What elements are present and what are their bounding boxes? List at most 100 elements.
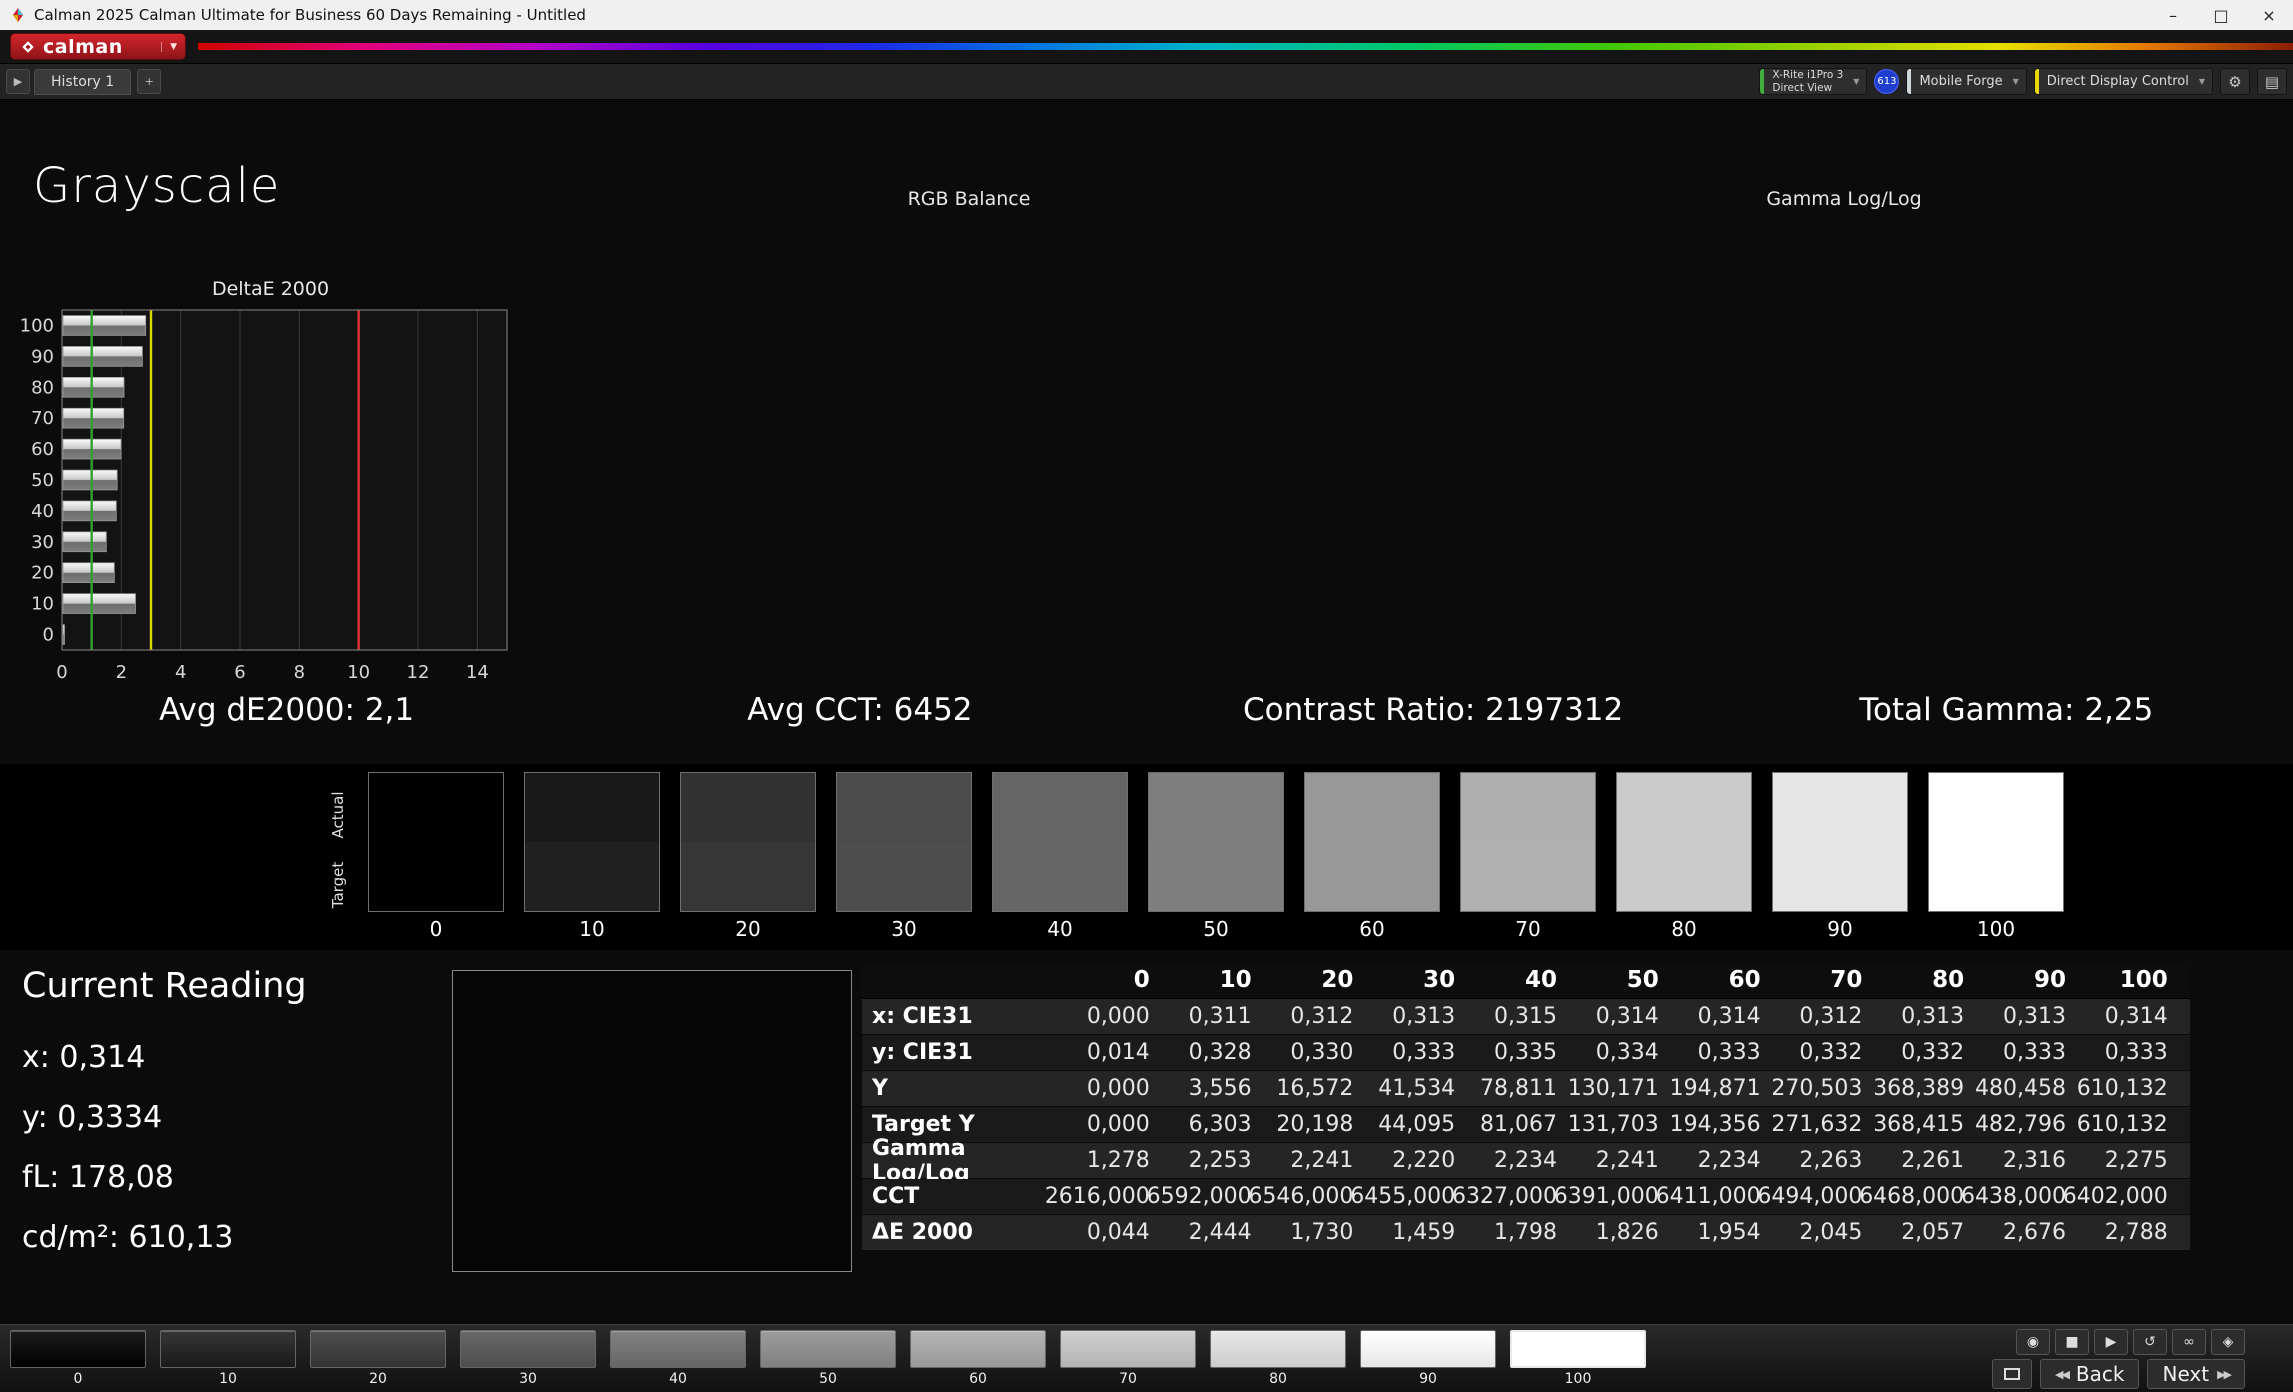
level-button-20[interactable] bbox=[310, 1330, 446, 1368]
table-row-label: y: CIE31 bbox=[862, 1035, 1070, 1071]
grayscale-patch: 60 bbox=[1304, 772, 1440, 941]
table-cell: 0,333 bbox=[1375, 1035, 1478, 1071]
meter-mode: Direct View bbox=[1772, 81, 1833, 94]
patch-square bbox=[1616, 772, 1752, 912]
table-cell: 0,311 bbox=[1171, 999, 1274, 1035]
pattern-icon[interactable]: ◈ bbox=[2211, 1329, 2245, 1355]
grayscale-patch: 10 bbox=[524, 772, 660, 941]
rgb-balance-chart-panel: RGB Balance bbox=[545, 188, 1393, 690]
table-cell: 270,503 bbox=[1771, 1071, 1885, 1107]
table-header-cell: 20 bbox=[1273, 962, 1376, 999]
chevron-down-icon: ▼ bbox=[1853, 77, 1860, 86]
logo-bar: calman ▼ bbox=[0, 30, 2293, 63]
table-cell: 480,458 bbox=[1975, 1071, 2088, 1107]
table-cell: 0,333 bbox=[2087, 1035, 2190, 1071]
actual-patch bbox=[1305, 773, 1439, 842]
level-button-80[interactable] bbox=[1210, 1330, 1346, 1368]
patch-square bbox=[524, 772, 660, 912]
table-cell: 610,132 bbox=[2077, 1071, 2190, 1107]
level-button-label: 100 bbox=[1564, 1371, 1592, 1387]
reading-value: cd/m²: 610,13 bbox=[22, 1220, 234, 1255]
chevron-down-icon: ▼ bbox=[2012, 77, 2019, 86]
svg-text:2: 2 bbox=[116, 662, 127, 683]
table-cell: 6402,000 bbox=[2063, 1179, 2190, 1215]
level-button-50[interactable] bbox=[760, 1330, 896, 1368]
cie-chromaticity-chart bbox=[453, 971, 851, 1271]
summary-stat: Total Gamma: 2,25 bbox=[1859, 692, 2154, 728]
table-cell: 0,044 bbox=[1070, 1215, 1172, 1251]
meter-status-edge bbox=[1760, 69, 1765, 94]
play-icon[interactable]: ▶ bbox=[2094, 1329, 2128, 1355]
level-button-label: 10 bbox=[219, 1371, 237, 1387]
table-cell: 0,312 bbox=[1273, 999, 1376, 1035]
level-button-60[interactable] bbox=[910, 1330, 1046, 1368]
svg-text:60: 60 bbox=[31, 439, 54, 460]
probe-icon[interactable]: ◉ bbox=[2016, 1329, 2050, 1355]
panel-toggle-button[interactable]: ▤ bbox=[2257, 68, 2287, 95]
pattern-level-buttons: 0 10 20 30 40 50 60 70 80 90 100 bbox=[10, 1330, 1646, 1387]
table-cell: 482,796 bbox=[1975, 1107, 2088, 1143]
current-reading-title: Current Reading bbox=[22, 966, 307, 1006]
level-button-70[interactable] bbox=[1060, 1330, 1196, 1368]
grayscale-patch-strip: Actual Target 0 10 20 30 40 50 60 70 80 90 100 bbox=[0, 764, 2293, 950]
patch-level-label: 40 bbox=[1047, 917, 1073, 941]
svg-text:8: 8 bbox=[294, 662, 305, 683]
table-header-cell bbox=[862, 962, 1070, 999]
table-cell: 2,263 bbox=[1782, 1143, 1885, 1179]
continuous-icon[interactable]: ∞ bbox=[2172, 1329, 2206, 1355]
level-button-cell: 80 bbox=[1210, 1330, 1346, 1387]
pattern-window-button[interactable] bbox=[1992, 1359, 2032, 1389]
target-patch bbox=[369, 842, 503, 911]
swatch-row: 0 10 20 30 40 50 60 70 80 90 100 bbox=[368, 772, 2064, 941]
table-cell: 1,278 bbox=[1070, 1143, 1172, 1179]
rotate-icon[interactable]: ↺ bbox=[2133, 1329, 2167, 1355]
next-button[interactable]: Next ▶▶ bbox=[2147, 1359, 2245, 1389]
tab-history-1[interactable]: History 1 bbox=[34, 68, 132, 95]
target-patch bbox=[1461, 842, 1595, 911]
table-cell: 368,415 bbox=[1873, 1107, 1987, 1143]
bottom-toolbar: 0 10 20 30 40 50 60 70 80 90 100 ◉ ■ ▶ ↺ ∞ ◈ ◀◀ Back Ne… bbox=[0, 1324, 2293, 1392]
table-header-cell: 10 bbox=[1171, 962, 1274, 999]
history-nav-button[interactable]: ▶ bbox=[6, 69, 30, 94]
level-button-0[interactable] bbox=[10, 1330, 146, 1368]
level-button-90[interactable] bbox=[1360, 1330, 1496, 1368]
patch-level-label: 100 bbox=[1976, 917, 2016, 941]
level-button-100[interactable] bbox=[1510, 1330, 1646, 1368]
add-tab-button[interactable]: + bbox=[137, 69, 162, 94]
back-button[interactable]: ◀◀ Back bbox=[2040, 1359, 2140, 1389]
actual-axis-label: Actual bbox=[329, 791, 347, 839]
close-button[interactable]: × bbox=[2245, 0, 2293, 30]
level-button-40[interactable] bbox=[610, 1330, 746, 1368]
display-control-dropdown[interactable]: Direct Display Control ▼ bbox=[2033, 68, 2213, 95]
actual-patch bbox=[1461, 773, 1595, 842]
table-header-cell: 80 bbox=[1884, 962, 1987, 999]
meter-dropdown[interactable]: X-Rite i1Pro 3 Direct View ▼ bbox=[1759, 68, 1868, 95]
stop-icon[interactable]: ■ bbox=[2055, 1329, 2089, 1355]
level-button-10[interactable] bbox=[160, 1330, 296, 1368]
patch-square bbox=[680, 772, 816, 912]
source-name: Mobile Forge bbox=[1919, 74, 2003, 89]
minimize-button[interactable]: – bbox=[2149, 0, 2197, 30]
chevron-down-icon: ▼ bbox=[2198, 77, 2205, 86]
settings-gear-button[interactable]: ⚙ bbox=[2220, 68, 2250, 95]
deltae-chart-panel: DeltaE 2000 0 2 4 6 8 10 12 14 100 90 80 70 60 50 40 30… bbox=[18, 278, 523, 690]
target-patch bbox=[1305, 842, 1439, 911]
source-dropdown[interactable]: Mobile Forge ▼ bbox=[1906, 68, 2027, 95]
table-row-label: Gamma Log/Log bbox=[862, 1136, 1070, 1186]
calman-logo-menu[interactable]: calman ▼ bbox=[10, 33, 186, 60]
deltae-chart-title: DeltaE 2000 bbox=[211, 278, 330, 300]
tab-bar: ▶ History 1 + X-Rite i1Pro 3 Direct View… bbox=[0, 63, 2293, 100]
table-cell: 194,356 bbox=[1670, 1107, 1783, 1143]
level-button-30[interactable] bbox=[460, 1330, 596, 1368]
actual-patch bbox=[1617, 773, 1751, 842]
actual-patch bbox=[1773, 773, 1907, 842]
table-cell: 0,313 bbox=[1884, 999, 1987, 1035]
svg-text:6: 6 bbox=[234, 662, 245, 683]
table-row-label: x: CIE31 bbox=[862, 999, 1070, 1035]
table-cell: 81,067 bbox=[1477, 1107, 1579, 1143]
level-button-label: 60 bbox=[969, 1371, 987, 1387]
next-button-label: Next bbox=[2162, 1362, 2210, 1386]
maximize-button[interactable]: □ bbox=[2197, 0, 2245, 30]
table-cell: 0,335 bbox=[1477, 1035, 1579, 1071]
table-cell: 1,798 bbox=[1477, 1215, 1579, 1251]
